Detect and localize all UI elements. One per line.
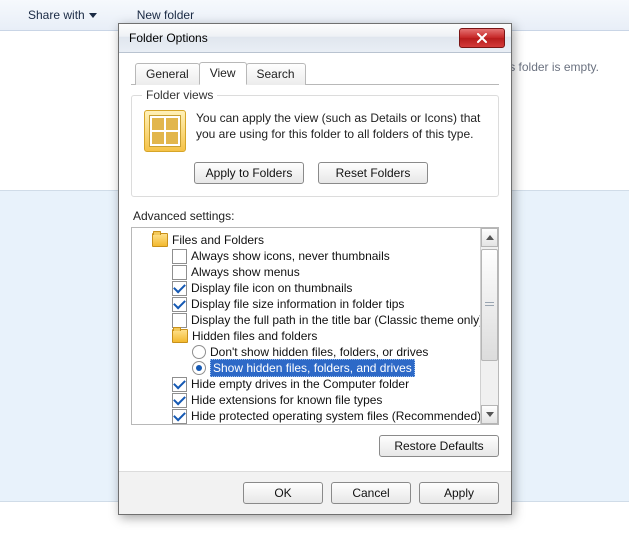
tab-view[interactable]: View: [199, 62, 247, 85]
tree-item-label: Always show icons, never thumbnails: [191, 248, 390, 264]
titlebar[interactable]: Folder Options: [119, 24, 511, 53]
scroll-thumb[interactable]: [481, 249, 498, 361]
tree-item-label: Hide protected operating system files (R…: [191, 408, 480, 424]
tree-group-label: Hidden files and folders: [192, 328, 317, 344]
tab-label: Search: [257, 67, 295, 81]
tree-item[interactable]: Hide empty drives in the Computer folder: [138, 376, 478, 392]
toolbar-share-with[interactable]: Share with: [28, 8, 97, 22]
close-icon: [476, 33, 488, 43]
tab-general[interactable]: General: [135, 63, 200, 85]
toolbar-label: New folder: [137, 8, 194, 22]
folder-icon: [152, 233, 168, 247]
reset-folders-button[interactable]: Reset Folders: [318, 162, 428, 184]
dialog-client: General View Search Folder views You can…: [119, 53, 511, 514]
scroll-down-button[interactable]: [481, 405, 498, 424]
restore-defaults-button[interactable]: Restore Defaults: [379, 435, 499, 457]
tree-item-label: Display file icon on thumbnails: [191, 280, 352, 296]
checkbox[interactable]: [172, 281, 187, 296]
group-label: Folder views: [142, 88, 217, 102]
checkbox[interactable]: [172, 249, 187, 264]
folder-views-group: Folder views You can apply the view (suc…: [131, 95, 499, 197]
cancel-button[interactable]: Cancel: [331, 482, 411, 504]
tree-radio-item[interactable]: Show hidden files, folders, and drives: [138, 360, 478, 376]
checkbox[interactable]: [172, 409, 187, 424]
scroll-up-button[interactable]: [481, 228, 498, 247]
folder-views-description: You can apply the view (such as Details …: [196, 110, 486, 152]
toolbar-label: Share with: [28, 8, 85, 22]
folder-views-icon: [144, 110, 186, 152]
checkbox[interactable]: [172, 393, 187, 408]
tab-strip: General View Search: [131, 61, 499, 85]
radio[interactable]: [192, 345, 206, 359]
tree-item-label: Always show menus: [191, 264, 300, 280]
toolbar-new-folder[interactable]: New folder: [137, 8, 194, 22]
tree-content[interactable]: Files and Folders Always show icons, nev…: [132, 228, 480, 424]
chevron-down-icon: [486, 412, 494, 417]
tree-item[interactable]: Display file size information in folder …: [138, 296, 478, 312]
apply-to-folders-button[interactable]: Apply to Folders: [194, 162, 304, 184]
tree-item-label: Hide extensions for known file types: [191, 392, 382, 408]
apply-button[interactable]: Apply: [419, 482, 499, 504]
folder-options-dialog: Folder Options General View Search Folde…: [118, 23, 512, 515]
scrollbar[interactable]: [480, 228, 498, 424]
chevron-down-icon: [89, 13, 97, 18]
tree-root[interactable]: Files and Folders: [138, 232, 478, 248]
scroll-track[interactable]: [481, 247, 498, 405]
checkbox[interactable]: [172, 297, 187, 312]
tree-item[interactable]: Display the full path in the title bar (…: [138, 312, 478, 328]
tab-label: View: [210, 66, 236, 80]
tab-search[interactable]: Search: [246, 63, 306, 85]
radio[interactable]: [192, 361, 206, 375]
tab-label: General: [146, 67, 189, 81]
tree-item[interactable]: Display file icon on thumbnails: [138, 280, 478, 296]
tree-item[interactable]: Hide extensions for known file types: [138, 392, 478, 408]
tree-item[interactable]: Hide protected operating system files (R…: [138, 408, 478, 424]
tree-item-label: Hide empty drives in the Computer folder: [191, 376, 409, 392]
checkbox[interactable]: [172, 265, 187, 280]
tree-radio-item[interactable]: Don't show hidden files, folders, or dri…: [138, 344, 478, 360]
tree-hidden-group[interactable]: Hidden files and folders: [138, 328, 478, 344]
advanced-settings-label: Advanced settings:: [133, 209, 499, 223]
tree-root-label: Files and Folders: [172, 232, 264, 248]
tree-item-label: Show hidden files, folders, and drives: [210, 359, 415, 377]
tree-item[interactable]: Always show icons, never thumbnails: [138, 248, 478, 264]
tree-item[interactable]: Always show menus: [138, 264, 478, 280]
tree-item-label: Display the full path in the title bar (…: [191, 312, 480, 328]
tree-item-label: Display file size information in folder …: [191, 296, 404, 312]
dialog-button-row: OK Cancel Apply: [119, 471, 511, 514]
checkbox[interactable]: [172, 377, 187, 392]
checkbox[interactable]: [172, 313, 187, 328]
advanced-settings-tree: Files and Folders Always show icons, nev…: [131, 227, 499, 425]
tree-item-label: Don't show hidden files, folders, or dri…: [210, 344, 428, 360]
dialog-title: Folder Options: [129, 31, 208, 45]
folder-icon: [172, 329, 188, 343]
chevron-up-icon: [486, 235, 494, 240]
close-button[interactable]: [459, 28, 505, 48]
ok-button[interactable]: OK: [243, 482, 323, 504]
empty-folder-hint: s folder is empty.: [509, 60, 599, 74]
